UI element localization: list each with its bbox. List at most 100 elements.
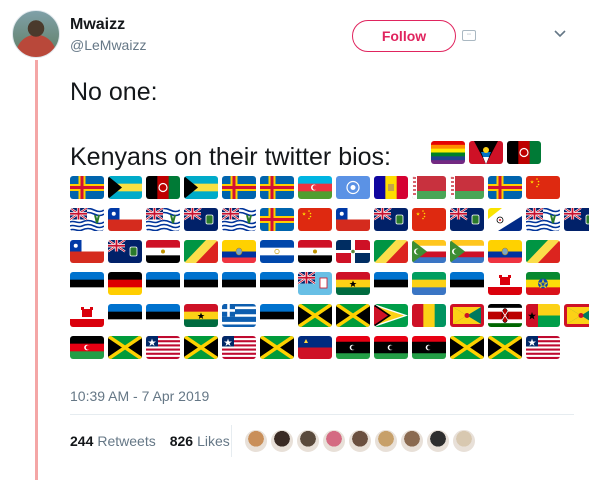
retweets-label[interactable]: Retweets	[97, 433, 155, 449]
flag-emoji-libya	[374, 336, 408, 359]
flag-emoji-ghana	[184, 304, 218, 327]
avatar[interactable]	[12, 10, 60, 58]
flag-emoji-grenada	[450, 304, 484, 327]
flag-emoji-bvi	[184, 208, 218, 231]
flag-emoji-liechtenstein	[298, 336, 332, 359]
stats-separator	[231, 425, 232, 457]
flag-emoji-chile	[70, 240, 104, 263]
follow-button[interactable]: Follow	[352, 20, 456, 52]
flag-emoji-libya	[336, 336, 370, 359]
flag-emoji-jamaica	[298, 304, 332, 327]
flag-emoji-estonia	[146, 272, 180, 295]
chevron-down-icon[interactable]	[553, 26, 567, 40]
flag-emoji-germany	[108, 272, 142, 295]
flag-emoji-gabon	[412, 272, 446, 295]
liker-avatar[interactable]	[244, 429, 268, 453]
likes-count[interactable]: 826	[170, 433, 193, 449]
flag-emoji-aland	[260, 176, 294, 199]
flag-emoji-estonia	[260, 272, 294, 295]
flag-emoji-kenya	[488, 304, 522, 327]
flag-emoji-azerbaijan	[298, 176, 332, 199]
flag-emoji-congo	[184, 240, 218, 263]
flag-emoji-bvi	[450, 208, 484, 231]
flag-emoji-estonia	[222, 272, 256, 295]
flag-emoji-afghanistan	[507, 141, 541, 164]
bot-label-icon: ▫▫	[462, 30, 476, 41]
liker-avatar[interactable]	[322, 429, 346, 453]
flag-emoji-ethiopia	[526, 272, 560, 295]
retweets-count[interactable]: 244	[70, 433, 93, 449]
flag-emoji-estonia	[70, 272, 104, 295]
liker-avatar[interactable]	[400, 429, 424, 453]
flag-emoji-estonia	[146, 304, 180, 327]
flag-emoji-rainbow	[431, 141, 465, 164]
flag-row	[70, 272, 560, 295]
flag-emoji-china	[412, 208, 446, 231]
flag-emoji-bahamas	[108, 176, 142, 199]
flag-emoji-antigua	[469, 141, 503, 164]
liker-avatar[interactable]	[270, 429, 294, 453]
flag-emoji-ghana	[336, 272, 370, 295]
flag-emoji-bahamas	[184, 176, 218, 199]
liker-avatar[interactable]	[452, 429, 476, 453]
flag-emoji-andorra	[374, 176, 408, 199]
timestamp[interactable]: 10:39 AM - 7 Apr 2019	[70, 388, 209, 404]
liker-avatar[interactable]	[426, 429, 450, 453]
flag-emoji-aland	[222, 176, 256, 199]
user-handle[interactable]: @LeMwaizz	[70, 37, 146, 53]
liker-avatar[interactable]	[348, 429, 372, 453]
flag-emoji-grid	[70, 176, 589, 368]
flag-emoji-cuba-stub	[70, 336, 104, 359]
flag-emoji-gibraltar	[488, 272, 522, 295]
flag-emoji-ecuador	[222, 240, 256, 263]
flag-row	[70, 336, 560, 359]
flag-emoji-egypt	[146, 240, 180, 263]
flag-emoji-egypt	[298, 240, 332, 263]
flag-emoji-congo	[374, 240, 408, 263]
flag-emoji-bit	[70, 208, 104, 231]
thread-line	[35, 60, 38, 480]
flag-emoji-bonaire	[488, 208, 522, 231]
flag-emoji-china	[526, 176, 560, 199]
flag-emoji-greece	[222, 304, 256, 327]
flag-emoji-comoros	[450, 240, 484, 263]
flag-emoji-jamaica	[184, 336, 218, 359]
flag-emoji-bit	[222, 208, 256, 231]
flag-emoji-chile	[108, 208, 142, 231]
flag-emoji-libya	[412, 336, 446, 359]
flag-emoji-el-salvador	[260, 240, 294, 263]
flag-emoji-aland	[260, 208, 294, 231]
liker-avatars	[244, 429, 476, 453]
liker-avatar[interactable]	[296, 429, 320, 453]
flag-emoji-dominican	[336, 240, 370, 263]
title-flags	[431, 141, 541, 164]
user-name[interactable]: Mwaizz	[70, 16, 125, 34]
flag-emoji-liberia	[222, 336, 256, 359]
flag-emoji-fiji	[298, 272, 332, 295]
flag-emoji-jamaica	[108, 336, 142, 359]
flag-emoji-belarus	[450, 176, 484, 199]
flag-emoji-jamaica	[450, 336, 484, 359]
flag-emoji-guinea-bissau	[526, 304, 560, 327]
likes-label[interactable]: Likes	[197, 433, 230, 449]
flag-emoji-estonia	[184, 272, 218, 295]
tweet-stats: 244 Retweets 826 Likes	[70, 433, 230, 449]
flag-emoji-estonia	[450, 272, 484, 295]
flag-emoji-estonia	[374, 272, 408, 295]
flag-emoji-jamaica	[336, 304, 370, 327]
flag-emoji-un	[336, 176, 370, 199]
flag-emoji-comoros	[412, 240, 446, 263]
flag-emoji-estonia	[108, 304, 142, 327]
flag-emoji-bit	[526, 208, 560, 231]
flag-emoji-jamaica	[260, 336, 294, 359]
flag-emoji-jamaica	[488, 336, 522, 359]
flag-emoji-estonia	[260, 304, 294, 327]
flag-row	[70, 240, 560, 263]
flag-row	[70, 176, 560, 199]
flag-emoji-bvi	[108, 240, 142, 263]
flag-emoji-afghanistan	[146, 176, 180, 199]
flag-emoji-guinea	[412, 304, 446, 327]
liker-avatar[interactable]	[374, 429, 398, 453]
divider	[70, 414, 574, 415]
tweet-line-2: Kenyans on their twitter bios:	[70, 143, 391, 171]
